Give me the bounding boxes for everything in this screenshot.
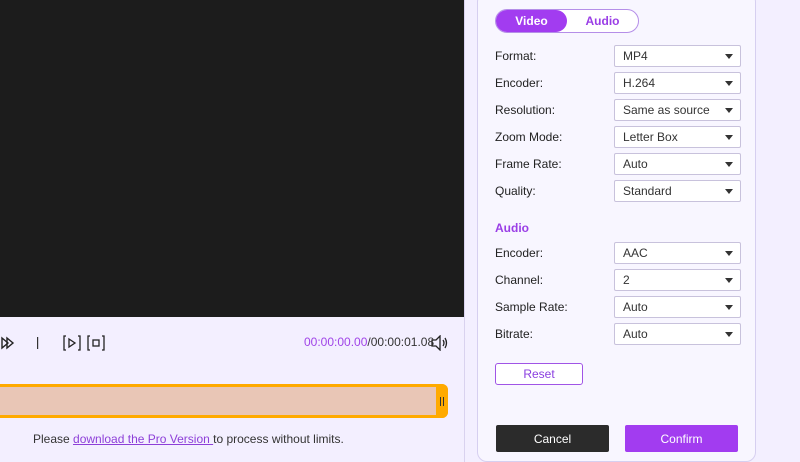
chevron-down-icon (725, 332, 733, 337)
pro-version-note: Please download the Pro Version to proce… (33, 432, 344, 446)
tab-audio[interactable]: Audio (567, 10, 638, 32)
bitrate-value: Auto (623, 327, 648, 341)
zoom-mode-row: Zoom Mode: Letter Box (495, 126, 741, 148)
quality-value: Standard (623, 184, 672, 198)
format-select[interactable]: MP4 (614, 45, 741, 67)
resolution-label: Resolution: (495, 103, 556, 117)
sample-rate-select[interactable]: Auto (614, 296, 741, 318)
chevron-down-icon (725, 251, 733, 256)
bitrate-select[interactable]: Auto (614, 323, 741, 345)
video-encoder-select[interactable]: H.264 (614, 72, 741, 94)
sample-rate-value: Auto (623, 300, 648, 314)
channel-row: Channel: 2 (495, 269, 741, 291)
trim-timeline[interactable] (0, 384, 448, 418)
stop-selection-icon[interactable] (86, 330, 106, 356)
quality-row: Quality: Standard (495, 180, 741, 202)
video-encoder-label: Encoder: (495, 76, 544, 90)
sample-rate-label: Sample Rate: (495, 300, 568, 314)
pane-divider (464, 0, 465, 462)
channel-select[interactable]: 2 (614, 269, 741, 291)
channel-label: Channel: (495, 273, 544, 287)
video-preview (0, 0, 464, 317)
tab-video[interactable]: Video (496, 10, 567, 32)
format-value: MP4 (623, 49, 648, 63)
audio-encoder-select[interactable]: AAC (614, 242, 741, 264)
chevron-down-icon (725, 162, 733, 167)
zoom-mode-select[interactable]: Letter Box (614, 126, 741, 148)
output-settings-panel: Video Audio Format: MP4 Encoder: H.264 R… (477, 0, 756, 462)
bitrate-label: Bitrate: (495, 327, 534, 341)
confirm-button[interactable]: Confirm (625, 425, 738, 452)
frame-rate-label: Frame Rate: (495, 157, 562, 171)
pro-note-prefix: Please (33, 432, 74, 446)
chevron-down-icon (725, 278, 733, 283)
chevron-down-icon (725, 108, 733, 113)
chevron-down-icon (725, 81, 733, 86)
chevron-down-icon (725, 305, 733, 310)
format-label: Format: (495, 49, 537, 63)
resolution-select[interactable]: Same as source (614, 99, 741, 121)
step-forward-icon[interactable] (0, 330, 16, 356)
resolution-value: Same as source (623, 103, 710, 117)
frame-rate-row: Frame Rate: Auto (495, 153, 741, 175)
quality-select[interactable]: Standard (614, 180, 741, 202)
cancel-button[interactable]: Cancel (496, 425, 609, 452)
video-encoder-value: H.264 (623, 76, 656, 90)
current-time: 00:00:00.00 (304, 335, 368, 349)
format-row: Format: MP4 (495, 45, 741, 67)
channel-value: 2 (623, 273, 630, 287)
audio-encoder-label: Encoder: (495, 246, 544, 260)
frame-rate-select[interactable]: Auto (614, 153, 741, 175)
play-selection-icon[interactable] (62, 330, 82, 356)
playback-time: 00:00:00.00/00:00:01.08 (304, 335, 434, 349)
pro-note-suffix: to process without limits. (213, 432, 344, 446)
chevron-down-icon (725, 189, 733, 194)
audio-encoder-value: AAC (623, 246, 648, 260)
download-pro-link[interactable]: download the Pro Version (73, 432, 213, 446)
sample-rate-row: Sample Rate: Auto (495, 296, 741, 318)
video-encoder-row: Encoder: H.264 (495, 72, 741, 94)
zoom-mode-value: Letter Box (623, 130, 678, 144)
audio-section-title: Audio (495, 221, 529, 235)
frame-rate-value: Auto (623, 157, 648, 171)
timeline-end-handle[interactable] (436, 384, 448, 418)
settings-tabs: Video Audio (495, 9, 639, 33)
timeline-handle-grip (440, 396, 444, 406)
resolution-row: Resolution: Same as source (495, 99, 741, 121)
bitrate-row: Bitrate: Auto (495, 323, 741, 345)
reset-button[interactable]: Reset (495, 363, 583, 385)
total-time: /00:00:01.08 (367, 335, 435, 349)
quality-label: Quality: (495, 184, 536, 198)
audio-encoder-row: Encoder: AAC (495, 242, 741, 264)
separator-bar (36, 330, 40, 356)
chevron-down-icon (725, 135, 733, 140)
chevron-down-icon (725, 54, 733, 59)
zoom-mode-label: Zoom Mode: (495, 130, 563, 144)
